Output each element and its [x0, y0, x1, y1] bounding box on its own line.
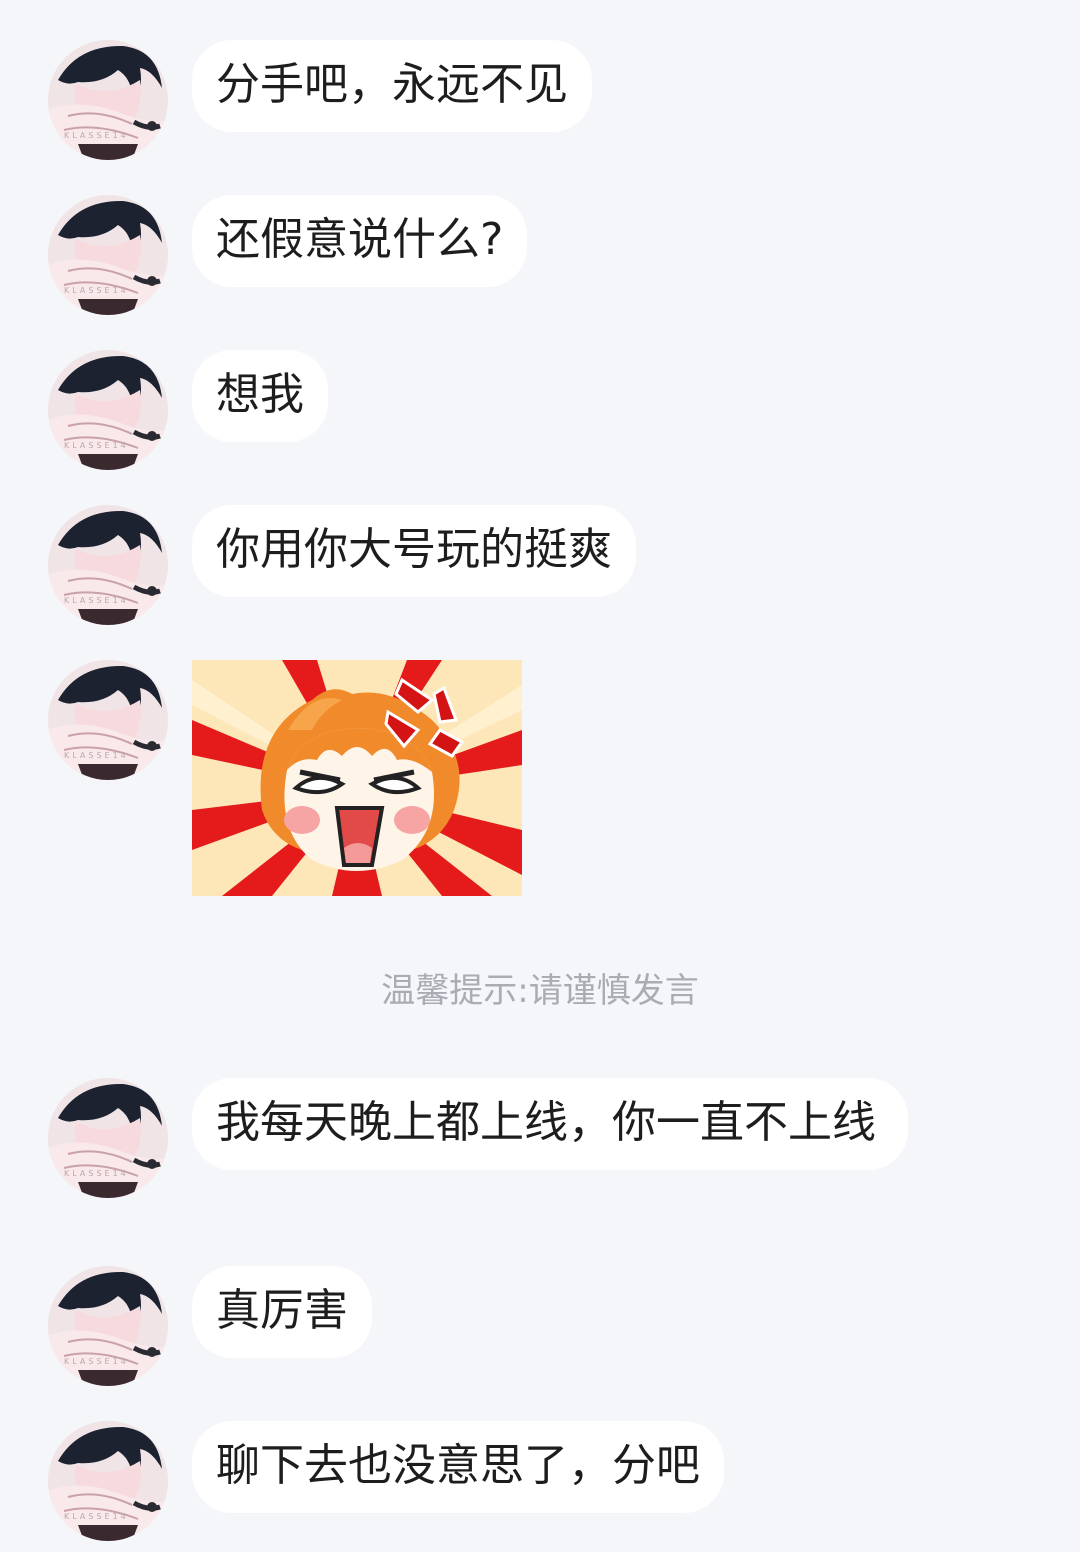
message-bubble[interactable]: 想我 — [192, 350, 328, 442]
message-row — [48, 660, 522, 896]
user-avatar[interactable] — [48, 1266, 168, 1386]
user-avatar[interactable] — [48, 195, 168, 315]
chat-area: 分手吧，永远不见 还假意说什么? 想我 你用你大号玩的挺爽 温馨提示:请谨慎发言… — [0, 0, 1080, 1552]
message-row: 分手吧，永远不见 — [48, 40, 592, 160]
avatar-image-icon — [48, 350, 168, 470]
user-avatar[interactable] — [48, 1421, 168, 1541]
message-bubble[interactable]: 真厉害 — [192, 1266, 372, 1358]
system-tip: 温馨提示:请谨慎发言 — [381, 971, 699, 1011]
message-row: 真厉害 — [48, 1266, 372, 1386]
user-avatar[interactable] — [48, 1078, 168, 1198]
user-avatar[interactable] — [48, 350, 168, 470]
avatar-image-icon — [48, 505, 168, 625]
message-row: 你用你大号玩的挺爽 — [48, 505, 636, 625]
avatar-image-icon — [48, 660, 168, 780]
message-bubble[interactable]: 分手吧，永远不见 — [192, 40, 592, 132]
avatar-image-icon — [48, 1421, 168, 1541]
avatar-image-icon — [48, 1266, 168, 1386]
message-row: 还假意说什么? — [48, 195, 528, 315]
avatar-image-icon — [48, 1078, 168, 1198]
message-row: 想我 — [48, 350, 328, 470]
message-bubble[interactable]: 还假意说什么? — [192, 195, 528, 287]
avatar-image-icon — [48, 195, 168, 315]
message-bubble[interactable]: 聊下去也没意思了，分吧 — [192, 1421, 724, 1513]
user-avatar[interactable] — [48, 40, 168, 160]
message-row: 聊下去也没意思了，分吧 — [48, 1421, 724, 1541]
user-avatar[interactable] — [48, 660, 168, 780]
message-bubble[interactable]: 你用你大号玩的挺爽 — [192, 505, 636, 597]
user-avatar[interactable] — [48, 505, 168, 625]
avatar-image-icon — [48, 40, 168, 160]
angry-chibi-sticker-icon — [192, 660, 522, 896]
message-bubble[interactable]: 我每天晚上都上线，你一直不上线 — [192, 1078, 908, 1170]
message-row: 我每天晚上都上线，你一直不上线 — [48, 1078, 908, 1198]
sticker-message[interactable] — [192, 660, 522, 896]
